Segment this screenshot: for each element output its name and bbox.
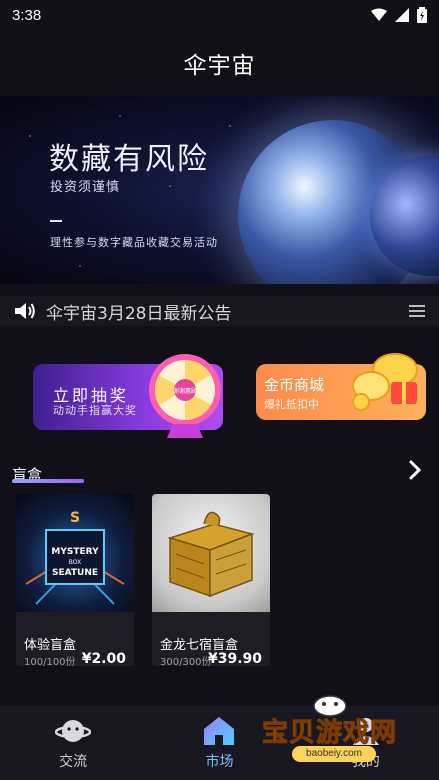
mystery-box-text-2: BOX: [69, 559, 81, 566]
house-icon: [204, 717, 235, 745]
tab-label: 市场: [205, 754, 234, 770]
product-stock: 300/300份: [160, 657, 212, 666]
status-bar: 3:38: [0, 0, 439, 30]
product-price: ¥39.90: [207, 651, 262, 666]
coins-icon: [352, 353, 418, 411]
watermark-text: 宝贝游戏网: [261, 718, 398, 749]
risk-banner[interactable]: 数藏有风险 投资须谨慎 理性参与数字藏品收藏交易活动: [0, 96, 439, 284]
site-watermark: 宝贝游戏网 baobeiy.com: [261, 690, 412, 770]
product-price: ¥2.00: [81, 651, 126, 666]
menu-icon[interactable]: [409, 305, 425, 317]
status-time: 3:38: [12, 6, 42, 24]
wifi-icon: [371, 8, 387, 21]
mystery-box-image: MYSTERY BOX SEATUNE S: [16, 494, 134, 612]
section-underline: [12, 479, 84, 483]
product-card[interactable]: MYSTERY BOX SEATUNE S 体验盲盒 100/100份 ¥2.0…: [16, 494, 134, 666]
planet-icon: [55, 720, 92, 742]
golden-chest-image: [152, 494, 270, 612]
announcement-text: 伞宇宙3月28日最新公告: [46, 303, 232, 324]
blind-box-section-header: 盲盒: [0, 458, 439, 486]
mystery-box-text-3: SEATUNE: [52, 568, 98, 578]
prize-wheel-icon[interactable]: 谢谢惠顾: [145, 352, 225, 440]
system-icons: [371, 7, 427, 23]
product-name: 体验盲盒: [24, 638, 77, 653]
product-card[interactable]: 金龙七宿盲盒 300/300份 ¥39.90: [152, 494, 270, 666]
lottery-subtitle: 动动手指赢大奖: [53, 404, 137, 417]
product-stock: 100/100份: [24, 657, 76, 666]
svg-text:S: S: [70, 510, 80, 526]
banner-headline: 数藏有风险: [49, 142, 209, 177]
tab-community[interactable]: 交流: [0, 706, 146, 780]
mystery-box-text-1: MYSTERY: [51, 547, 99, 557]
banner-subline: 投资须谨慎: [50, 180, 121, 195]
coin-mall-title: 金币商城: [264, 376, 325, 394]
chevron-right-icon[interactable]: [409, 460, 421, 480]
wheel-label: 谢谢惠顾: [173, 387, 197, 395]
signal-icon: [395, 8, 409, 22]
coin-mall-subtitle: 爆礼抵扣中: [264, 398, 319, 411]
announcement-bar[interactable]: 伞宇宙3月28日最新公告: [0, 296, 439, 326]
app-bar: 伞宇宙: [0, 30, 439, 96]
banner-note: 理性参与数字藏品收藏交易活动: [50, 236, 218, 249]
page-title: 伞宇宙: [183, 53, 256, 79]
watermark-url: baobeiy.com: [292, 746, 376, 762]
banner-divider: [50, 220, 62, 222]
tab-label: 交流: [59, 754, 88, 770]
speaker-icon: [15, 303, 35, 319]
battery-icon: [417, 7, 427, 23]
